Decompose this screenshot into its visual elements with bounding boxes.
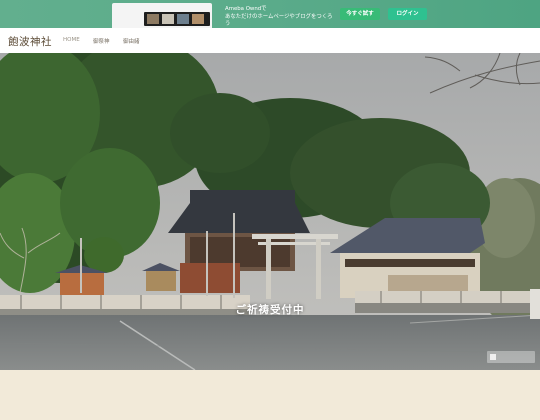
- promo-text-line2: あなただけのホームページやブログをつくろう: [225, 13, 333, 28]
- nav-item-history[interactable]: 御由緒: [123, 37, 140, 45]
- promo-thumbnail-strip: [144, 12, 210, 26]
- page-background: [0, 370, 540, 420]
- ameba-promo-banner: Ameba Owndで あなただけのホームページやブログをつくろう 今すぐ試す …: [0, 0, 540, 28]
- image-credit-badge: [487, 351, 535, 363]
- nav-item-deities[interactable]: 御祭神: [93, 37, 110, 45]
- hero-caption: ご祈祷受付中: [235, 304, 305, 316]
- nav-item-home[interactable]: HOME: [63, 37, 80, 43]
- promo-text-line1: Ameba Owndで: [225, 6, 267, 12]
- promo-text: Ameba Owndで あなただけのホームページやブログをつくろう: [225, 6, 335, 29]
- promo-screenshot-image: [112, 3, 212, 28]
- site-header: 飽波神社 HOME 御祭神 御由緒: [0, 28, 540, 53]
- hero-image: ご祈祷受付中: [0, 53, 540, 370]
- shrine-photo: [0, 53, 540, 370]
- try-now-button[interactable]: 今すぐ試す: [340, 8, 380, 20]
- site-title[interactable]: 飽波神社: [8, 34, 52, 49]
- login-button[interactable]: ログイン: [388, 8, 427, 20]
